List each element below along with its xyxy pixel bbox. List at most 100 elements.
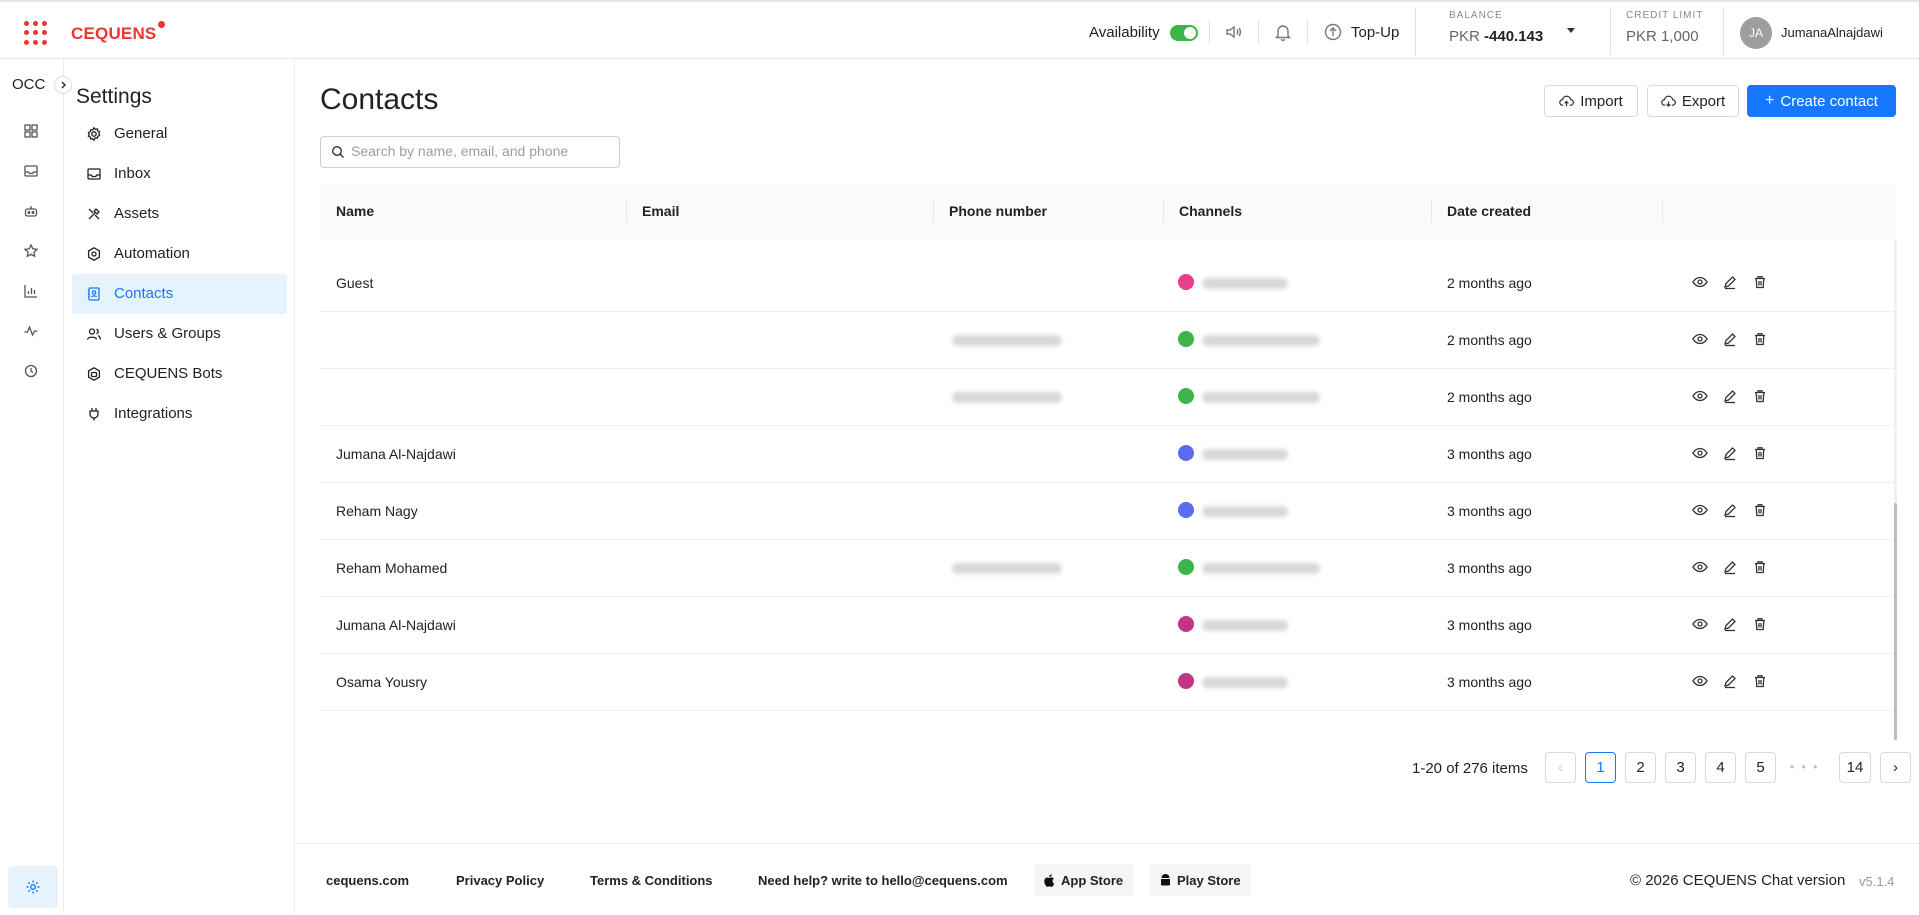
delete-icon[interactable] (1751, 672, 1769, 690)
pagination-page-3[interactable]: 3 (1665, 752, 1696, 783)
view-icon[interactable] (1691, 273, 1709, 291)
pagination-page-1[interactable]: 1 (1585, 752, 1616, 783)
bot-icon[interactable] (22, 202, 40, 220)
inbox-icon[interactable] (22, 162, 40, 180)
channel-id-redacted (1202, 278, 1288, 289)
dashboard-icon[interactable] (22, 122, 40, 140)
table-scrollbar-thumb[interactable] (1894, 503, 1897, 740)
delete-icon[interactable] (1751, 501, 1769, 519)
table-row[interactable]: 2 months ago (320, 312, 1896, 369)
delete-icon[interactable] (1751, 330, 1769, 348)
column-header-date[interactable]: Date created (1447, 203, 1531, 219)
view-icon[interactable] (1691, 444, 1709, 462)
speaker-icon[interactable] (1223, 21, 1245, 43)
brand-logo[interactable]: CEQUENS (71, 21, 166, 44)
topup-icon[interactable] (1322, 21, 1344, 43)
edit-icon[interactable] (1721, 615, 1739, 633)
view-icon[interactable] (1691, 672, 1709, 690)
search-input[interactable] (351, 143, 611, 159)
settings-nav-item-users-groups[interactable]: Users & Groups (72, 314, 287, 354)
edit-icon[interactable] (1721, 387, 1739, 405)
pagination-next-button[interactable]: › (1880, 752, 1911, 783)
bar-chart-icon[interactable] (22, 282, 40, 300)
settings-nav-item-assets[interactable]: Assets (72, 194, 287, 234)
settings-nav-item-general[interactable]: General (72, 114, 287, 154)
balance-caption: BALANCE (1449, 10, 1503, 21)
table-row[interactable]: 2 months ago (320, 369, 1896, 426)
settings-gear-icon (24, 878, 42, 896)
delete-icon[interactable] (1751, 558, 1769, 576)
app-store-button[interactable]: App Store (1034, 864, 1134, 896)
phone-redacted (952, 563, 1062, 574)
settings-nav-item-integrations[interactable]: Integrations (72, 394, 287, 434)
table-row[interactable]: Osama Yousry 3 months ago (320, 654, 1896, 711)
search-box[interactable] (320, 136, 620, 168)
contact-name: Jumana Al-Najdawi (336, 617, 456, 633)
settings-nav-item-inbox[interactable]: Inbox (72, 154, 287, 194)
app-grid-icon[interactable] (24, 21, 48, 45)
column-header-name[interactable]: Name (336, 203, 374, 219)
view-icon[interactable] (1691, 501, 1709, 519)
sidebar-expand-button[interactable] (54, 76, 72, 94)
create-contact-button[interactable]: + Create contact (1747, 85, 1896, 117)
star-icon[interactable] (22, 242, 40, 260)
pagination-page-2[interactable]: 2 (1625, 752, 1656, 783)
table-row[interactable]: Jumana Al-Najdawi 3 months ago (320, 426, 1896, 483)
pagination-prev-button[interactable]: ‹ (1545, 752, 1576, 783)
bell-icon[interactable] (1272, 21, 1294, 43)
table-row[interactable]: Jumana Al-Najdawi 3 months ago (320, 597, 1896, 654)
column-header-channels[interactable]: Channels (1179, 203, 1242, 219)
topup-button[interactable]: Top-Up (1351, 24, 1399, 41)
settings-nav-item-cequens-bots[interactable]: CEQUENS Bots (72, 354, 287, 394)
settings-nav-label: Automation (114, 245, 190, 262)
edit-icon[interactable] (1721, 501, 1739, 519)
activity-icon[interactable] (22, 322, 40, 340)
channel-id-redacted (1202, 620, 1288, 631)
phone-redacted (952, 392, 1062, 403)
edit-icon[interactable] (1721, 444, 1739, 462)
edit-icon[interactable] (1721, 672, 1739, 690)
export-button[interactable]: Export (1647, 85, 1739, 117)
footer-site-link[interactable]: cequens.com (326, 873, 409, 888)
cloud-download-icon (1661, 95, 1676, 107)
delete-icon[interactable] (1751, 387, 1769, 405)
settings-nav-item-contacts[interactable]: Contacts (72, 274, 287, 314)
balance-dropdown-icon[interactable] (1567, 28, 1575, 33)
contact-name: Jumana Al-Najdawi (336, 446, 456, 462)
view-icon[interactable] (1691, 387, 1709, 405)
contacts-icon (86, 286, 102, 302)
channel-id-redacted (1202, 449, 1288, 460)
avatar[interactable]: JA (1740, 17, 1772, 49)
import-button[interactable]: Import (1544, 85, 1638, 117)
delete-icon[interactable] (1751, 615, 1769, 633)
column-header-phone[interactable]: Phone number (949, 203, 1047, 219)
pagination-last-page[interactable]: 14 (1839, 752, 1871, 783)
table-row[interactable]: Reham Mohamed 3 months ago (320, 540, 1896, 597)
footer-help-link[interactable]: Need help? write to hello@cequens.com (758, 873, 1008, 888)
table-row[interactable]: Guest 2 months ago (320, 255, 1896, 312)
edit-icon[interactable] (1721, 273, 1739, 291)
balance-block: BALANCE PKR -440.143 (1449, 10, 1649, 54)
footer-terms-link[interactable]: Terms & Conditions (590, 873, 713, 888)
instagram-channel-icon (1178, 616, 1194, 632)
settings-gear-button[interactable] (8, 866, 58, 908)
edit-icon[interactable] (1721, 558, 1739, 576)
view-icon[interactable] (1691, 615, 1709, 633)
delete-icon[interactable] (1751, 273, 1769, 291)
view-icon[interactable] (1691, 558, 1709, 576)
pagination-page-5[interactable]: 5 (1745, 752, 1776, 783)
footer-privacy-link[interactable]: Privacy Policy (456, 873, 544, 888)
availability-toggle[interactable] (1170, 25, 1198, 41)
pagination-ellipsis[interactable]: • • • (1790, 760, 1819, 774)
view-icon[interactable] (1691, 330, 1709, 348)
channel-id-redacted (1202, 677, 1288, 688)
column-header-email[interactable]: Email (642, 203, 679, 219)
table-row[interactable]: Reham Nagy 3 months ago (320, 483, 1896, 540)
pagination-page-4[interactable]: 4 (1705, 752, 1736, 783)
username[interactable]: JumanaAlnajdawi (1781, 25, 1883, 40)
history-icon[interactable] (22, 362, 40, 380)
edit-icon[interactable] (1721, 330, 1739, 348)
delete-icon[interactable] (1751, 444, 1769, 462)
settings-nav-item-automation[interactable]: Automation (72, 234, 287, 274)
play-store-button[interactable]: Play Store (1150, 864, 1251, 896)
